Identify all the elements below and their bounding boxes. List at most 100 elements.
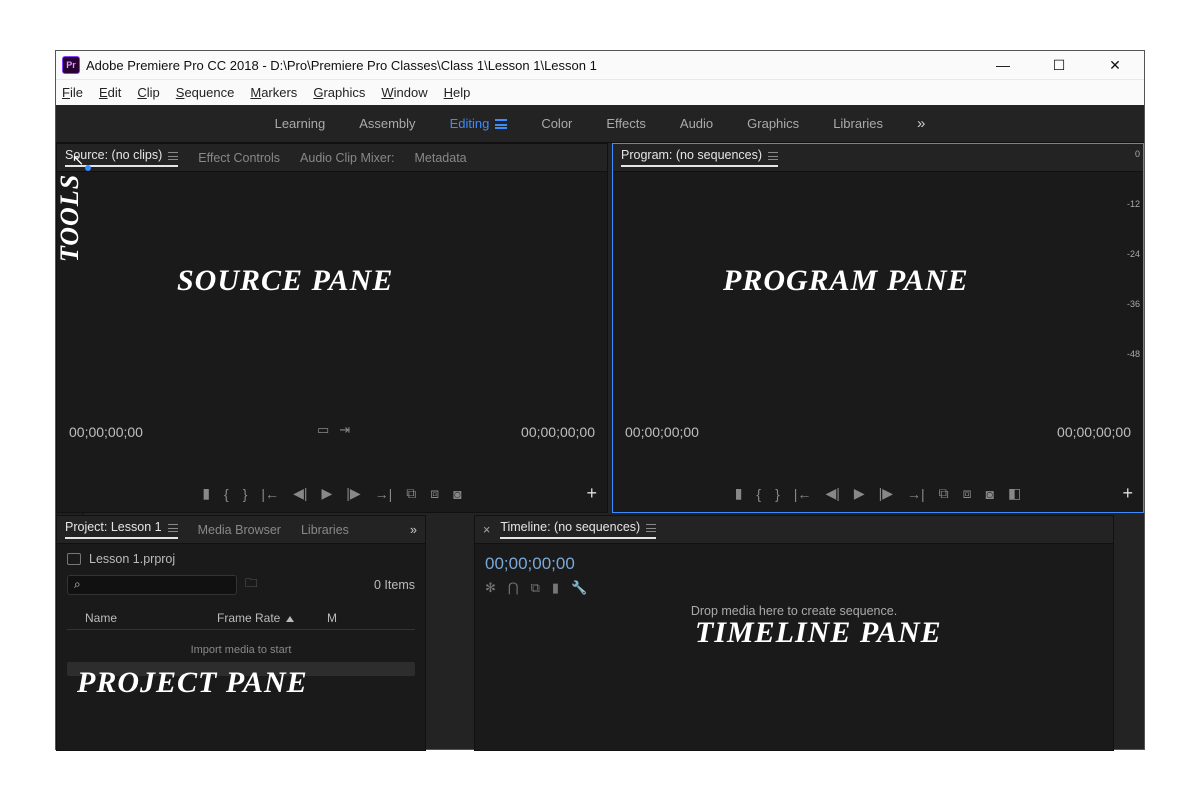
ws-editing-label: Editing: [450, 116, 490, 131]
new-bin-icon[interactable]: 🗀: [245, 574, 258, 595]
in-point-icon[interactable]: {: [224, 486, 229, 502]
col-m[interactable]: M: [327, 611, 337, 625]
overwrite-icon[interactable]: ⧈: [430, 485, 439, 502]
audio-tick-36: -36: [1127, 299, 1140, 309]
tab-media-browser[interactable]: Media Browser: [198, 523, 281, 537]
program-tabs: Program: (no sequences): [613, 144, 1143, 172]
tab-program[interactable]: Program: (no sequences): [621, 148, 778, 167]
ws-audio[interactable]: Audio: [680, 116, 713, 131]
project-scroll-track[interactable]: [67, 662, 415, 676]
tab-metadata[interactable]: Metadata: [415, 151, 467, 165]
marker-icon[interactable]: ▮: [202, 485, 210, 502]
source-pane: Source: (no clips) Effect Controls Audio…: [56, 143, 608, 513]
menu-clip[interactable]: Clip: [137, 85, 159, 100]
project-filename: Lesson 1.prproj: [89, 552, 175, 566]
tab-more[interactable]: »: [410, 523, 417, 537]
export-frame-icon[interactable]: ◙: [986, 486, 994, 502]
source-fit-icon[interactable]: ▭: [317, 422, 329, 438]
tab-libraries[interactable]: Libraries: [301, 523, 349, 537]
hamburger-icon: [495, 119, 507, 129]
program-pane: Program: (no sequences) PROGRAM PANE 00;…: [612, 143, 1144, 513]
nest-icon[interactable]: ✻: [485, 580, 496, 596]
button-editor-icon[interactable]: +: [1122, 483, 1133, 504]
goto-out-icon[interactable]: →|: [375, 486, 393, 502]
program-tc-left[interactable]: 00;00;00;00: [625, 424, 699, 440]
source-settings-icon[interactable]: ⇥: [339, 422, 350, 438]
menu-help[interactable]: Help: [444, 85, 471, 100]
ws-color[interactable]: Color: [541, 116, 572, 131]
timeline-close[interactable]: ×: [483, 523, 490, 537]
hamburger-icon[interactable]: [168, 524, 178, 532]
source-tc-left[interactable]: 00;00;00;00: [69, 424, 143, 440]
step-fwd-icon[interactable]: |▶: [879, 485, 893, 502]
out-point-icon[interactable]: }: [775, 486, 780, 502]
play-icon[interactable]: ▶: [321, 485, 332, 502]
snap-icon[interactable]: ⋂: [508, 580, 519, 596]
insert-icon[interactable]: ⧉: [406, 485, 416, 502]
tab-audio-clip-mixer[interactable]: Audio Clip Mixer:: [300, 151, 394, 165]
menu-window[interactable]: Window: [381, 85, 427, 100]
tab-timeline-label: Timeline: (no sequences): [500, 520, 640, 534]
step-back-icon[interactable]: ◀|: [825, 485, 839, 502]
step-back-icon[interactable]: ◀|: [293, 485, 307, 502]
col-frame-rate[interactable]: Frame Rate: [217, 611, 327, 625]
hamburger-icon[interactable]: [646, 524, 656, 532]
menu-edit[interactable]: Edit: [99, 85, 121, 100]
minimize-button[interactable]: —: [988, 57, 1018, 74]
source-tabs: Source: (no clips) Effect Controls Audio…: [57, 144, 607, 172]
col-name[interactable]: Name: [67, 611, 217, 625]
goto-in-icon[interactable]: |←: [261, 486, 279, 502]
ws-graphics[interactable]: Graphics: [747, 116, 799, 131]
menu-sequence[interactable]: Sequence: [176, 85, 235, 100]
project-search-input[interactable]: [67, 575, 237, 595]
goto-in-icon[interactable]: |←: [794, 486, 812, 502]
button-editor-icon[interactable]: +: [586, 483, 597, 504]
project-file-icon: [67, 553, 81, 565]
ws-more[interactable]: »: [917, 115, 925, 132]
tab-effect-controls[interactable]: Effect Controls: [198, 151, 280, 165]
linked-selection-icon[interactable]: ⧉: [531, 580, 540, 596]
play-icon[interactable]: ▶: [854, 485, 865, 502]
hamburger-icon[interactable]: [768, 152, 778, 160]
lift-icon[interactable]: ⧉: [939, 485, 949, 502]
hamburger-icon[interactable]: [168, 152, 178, 160]
extract-icon[interactable]: ⧈: [963, 485, 972, 502]
goto-out-icon[interactable]: →|: [907, 486, 925, 502]
program-transport: ▮ { } |← ◀| ▶ |▶ →| ⧉ ⧈ ◙ ◧ +: [613, 485, 1143, 502]
annotation-source: SOURCE PANE: [177, 264, 393, 298]
export-frame-icon[interactable]: ◙: [453, 486, 461, 502]
ws-libraries[interactable]: Libraries: [833, 116, 883, 131]
ws-editing[interactable]: Editing: [450, 116, 508, 131]
marker-icon[interactable]: ▮: [735, 485, 743, 502]
audio-tick-24: -24: [1127, 249, 1140, 259]
tab-timeline[interactable]: Timeline: (no sequences): [500, 520, 656, 539]
menu-markers[interactable]: Markers: [250, 85, 297, 100]
premiere-icon: Pr: [62, 56, 80, 74]
tab-project[interactable]: Project: Lesson 1: [65, 520, 178, 539]
settings-icon[interactable]: 🔧: [571, 580, 587, 596]
menu-file[interactable]: File: [62, 85, 83, 100]
project-item-count: 0 Items: [374, 578, 415, 592]
source-tc-right: 00;00;00;00: [521, 424, 595, 440]
timeline-tc[interactable]: 00;00;00;00: [485, 554, 1103, 574]
tab-program-label: Program: (no sequences): [621, 148, 762, 162]
out-point-icon[interactable]: }: [243, 486, 248, 502]
ws-effects[interactable]: Effects: [606, 116, 646, 131]
step-fwd-icon[interactable]: |▶: [346, 485, 360, 502]
marker-icon[interactable]: ▮: [552, 580, 559, 596]
ws-learning[interactable]: Learning: [275, 116, 326, 131]
ws-assembly[interactable]: Assembly: [359, 116, 415, 131]
title-bar: Pr Adobe Premiere Pro CC 2018 - D:\Pro\P…: [56, 51, 1144, 79]
program-tc-right: 00;00;00;00: [1057, 424, 1131, 440]
timeline-pane: × Timeline: (no sequences) 00;00;00;00 ✻…: [474, 515, 1114, 751]
menu-bar: File Edit Clip Sequence Markers Graphics…: [56, 79, 1144, 105]
in-point-icon[interactable]: {: [756, 486, 761, 502]
close-button[interactable]: ✕: [1100, 57, 1130, 74]
selection-tool-icon[interactable]: ↖: [67, 150, 89, 170]
maximize-button[interactable]: ☐: [1044, 57, 1074, 74]
project-tabs: Project: Lesson 1 Media Browser Librarie…: [57, 516, 425, 544]
comparison-view-icon[interactable]: ◧: [1008, 485, 1021, 502]
annotation-program: PROGRAM PANE: [723, 264, 969, 298]
window-title: Adobe Premiere Pro CC 2018 - D:\Pro\Prem…: [86, 58, 597, 73]
menu-graphics[interactable]: Graphics: [313, 85, 365, 100]
